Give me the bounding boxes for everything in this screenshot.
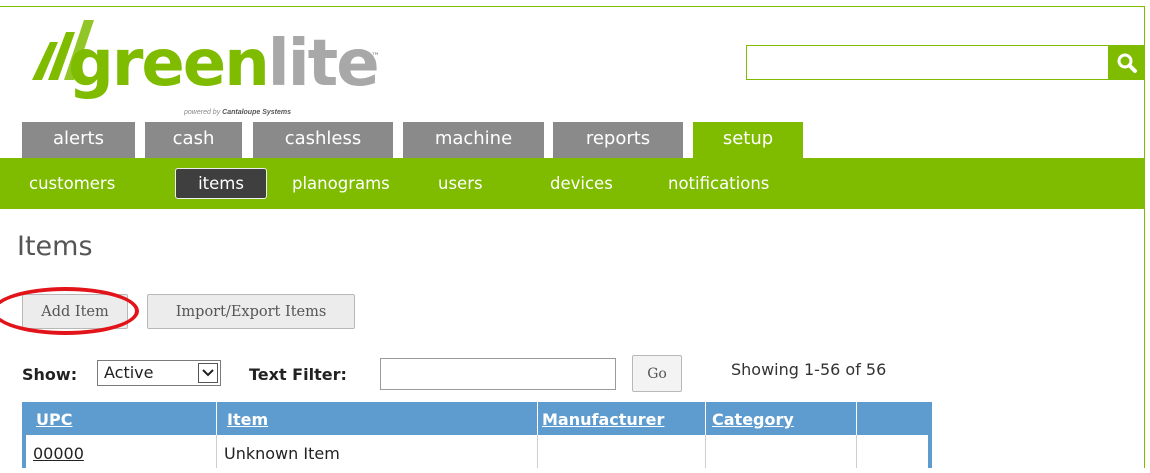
column-header-upc[interactable]: UPC: [26, 402, 216, 435]
subnav-notifications[interactable]: notifications: [668, 168, 769, 199]
search-input[interactable]: [746, 45, 1116, 80]
cell-upc[interactable]: 00000: [26, 435, 216, 468]
sub-navigation: customers items planograms users devices…: [0, 158, 1144, 209]
subnav-users[interactable]: users: [438, 168, 483, 199]
chevron-down-icon: [198, 363, 218, 383]
cell-manufacturer: [538, 435, 705, 468]
logo-wordmark: greenlite: [68, 27, 380, 101]
cell-item: Unknown Item: [224, 444, 340, 463]
go-button[interactable]: Go: [632, 355, 682, 392]
tab-cashless[interactable]: cashless: [253, 122, 393, 158]
text-filter-input[interactable]: [380, 358, 616, 390]
subnav-devices[interactable]: devices: [550, 168, 613, 199]
tab-alerts[interactable]: alerts: [22, 122, 135, 158]
items-table: UPC Item Manufacturer Category 00000 Unk…: [22, 402, 932, 468]
column-header-extra: [857, 402, 927, 435]
tab-cash[interactable]: cash: [145, 122, 242, 158]
show-label: Show:: [22, 365, 78, 384]
logo-powered-by: powered by Cantaloupe Systems: [184, 109, 291, 116]
subnav-planograms[interactable]: planograms: [292, 168, 390, 199]
tab-setup[interactable]: setup: [693, 122, 803, 158]
column-header-manufacturer[interactable]: Manufacturer: [538, 402, 705, 435]
showing-count: Showing 1-56 of 56: [731, 360, 887, 379]
page-title: Items: [17, 231, 93, 262]
subnav-customers[interactable]: customers: [29, 168, 115, 199]
show-select-value: Active: [104, 363, 154, 382]
tab-reports[interactable]: reports: [553, 122, 683, 158]
text-filter-label: Text Filter:: [249, 365, 347, 384]
tab-machine[interactable]: machine: [403, 122, 544, 158]
subnav-items[interactable]: items: [175, 168, 267, 199]
cell-category: [706, 435, 856, 468]
greenlite-logo[interactable]: greenlite ™ powered by Cantaloupe System…: [28, 14, 388, 119]
column-header-category[interactable]: Category: [706, 402, 856, 435]
column-header-item[interactable]: Item: [217, 402, 537, 435]
table-row: 00000 Unknown Item: [26, 435, 928, 468]
add-item-button[interactable]: Add Item: [22, 294, 128, 329]
import-export-items-button[interactable]: Import/Export Items: [147, 294, 355, 329]
search-button[interactable]: [1108, 45, 1145, 80]
show-select[interactable]: Active: [97, 360, 221, 386]
cell-extra: [857, 435, 927, 468]
search-icon: [1117, 53, 1137, 73]
logo-trademark: ™: [371, 52, 380, 62]
